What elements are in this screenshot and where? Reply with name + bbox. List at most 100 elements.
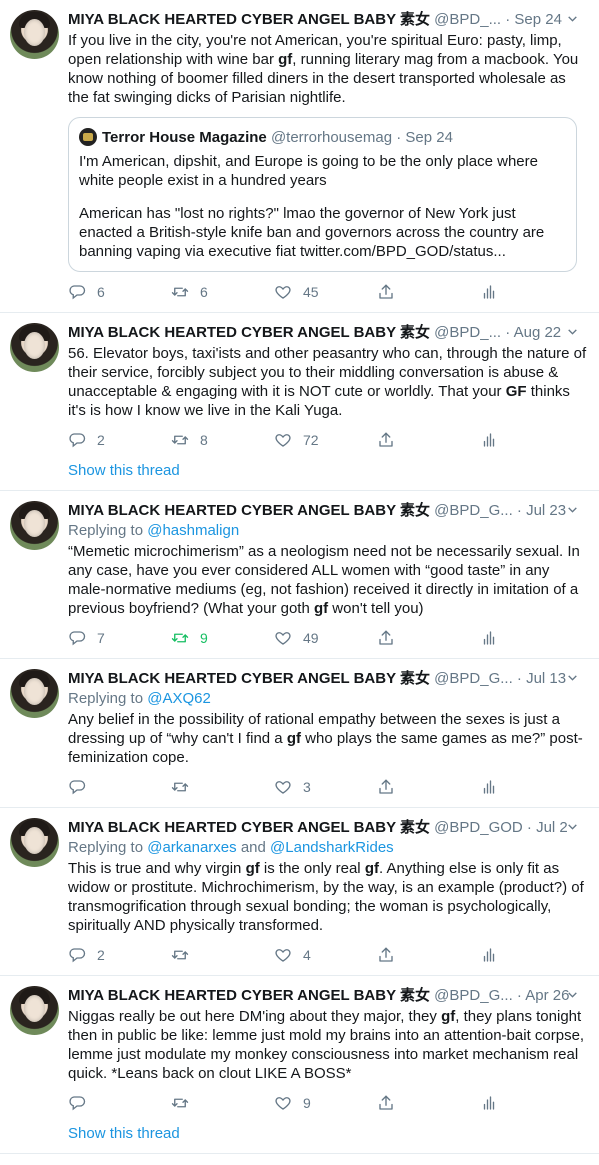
analytics-button[interactable]	[480, 431, 583, 449]
reply-button[interactable]: 2	[68, 946, 171, 964]
replying-to-label: Replying to	[68, 839, 144, 856]
reply-button[interactable]: 7	[68, 629, 171, 647]
tweet[interactable]: MIYA BLACK HEARTED CYBER ANGEL BABY 素女 @…	[0, 313, 599, 491]
reply-button[interactable]	[68, 1094, 171, 1112]
tweet-header: MIYA BLACK HEARTED CYBER ANGEL BABY 素女 @…	[68, 818, 587, 838]
like-button[interactable]: 3	[274, 778, 377, 796]
tweet-text: If you live in the city, you're not Amer…	[68, 31, 587, 107]
quoted-text: I'm American, dipshit, and Europe is goi…	[79, 153, 538, 189]
analytics-button[interactable]	[480, 629, 583, 647]
quoted-tweet[interactable]: Terror House Magazine @terrorhousemag · …	[68, 117, 577, 272]
like-button[interactable]: 4	[274, 946, 377, 964]
author-name[interactable]: MIYA BLACK HEARTED CYBER ANGEL BABY 素女	[68, 324, 430, 341]
chevron-down-icon[interactable]	[566, 986, 579, 1006]
author-handle[interactable]: @BPD_GOD	[434, 819, 523, 836]
avatar[interactable]	[10, 986, 59, 1035]
chevron-down-icon[interactable]	[566, 323, 579, 343]
text-segment: is the only real	[259, 860, 365, 877]
author-handle[interactable]: @BPD_G...	[434, 987, 513, 1004]
analytics-icon	[480, 283, 509, 301]
tweet-date[interactable]: Jul 13	[526, 670, 566, 687]
author-handle[interactable]: @BPD_...	[434, 324, 501, 341]
share-icon	[377, 1094, 406, 1112]
avatar[interactable]	[10, 669, 59, 718]
share-button[interactable]	[377, 946, 480, 964]
show-thread-link[interactable]: Show this thread	[68, 1123, 587, 1153]
like-button[interactable]: 72	[274, 431, 377, 449]
share-button[interactable]	[377, 1094, 480, 1112]
like-button[interactable]: 9	[274, 1094, 377, 1112]
reply-button[interactable]	[68, 778, 171, 796]
share-button[interactable]	[377, 283, 480, 301]
like-button[interactable]: 49	[274, 629, 377, 647]
mention-link[interactable]: @hashmalign	[147, 522, 239, 539]
chevron-down-icon[interactable]	[566, 669, 579, 689]
reply-icon	[68, 1094, 97, 1112]
avatar[interactable]	[10, 323, 59, 372]
tweet[interactable]: MIYA BLACK HEARTED CYBER ANGEL BABY 素女 @…	[0, 659, 599, 808]
tweet-header: MIYA BLACK HEARTED CYBER ANGEL BABY 素女 @…	[68, 323, 587, 343]
tweet-date[interactable]: Sep 24	[514, 11, 562, 28]
tweet[interactable]: MIYA BLACK HEARTED CYBER ANGEL BABY 素女 @…	[0, 491, 599, 659]
retweet-button[interactable]	[171, 946, 274, 964]
author-handle[interactable]: @BPD_G...	[434, 670, 513, 687]
retweet-button[interactable]: 6	[171, 283, 274, 301]
tweet-header: MIYA BLACK HEARTED CYBER ANGEL BABY 素女 @…	[68, 669, 587, 689]
share-icon	[377, 283, 406, 301]
tweet-date[interactable]: Jul 2	[536, 819, 568, 836]
tweet[interactable]: MIYA BLACK HEARTED CYBER ANGEL BABY 素女 @…	[0, 976, 599, 1154]
like-button-count: 3	[303, 779, 311, 795]
like-button[interactable]: 45	[274, 283, 377, 301]
tweet-date[interactable]: Jul 23	[526, 502, 566, 519]
analytics-button[interactable]	[480, 283, 583, 301]
share-icon	[377, 946, 406, 964]
tweet[interactable]: MIYA BLACK HEARTED CYBER ANGEL BABY 素女 @…	[0, 808, 599, 976]
tweet-date[interactable]: Apr 26	[525, 987, 569, 1004]
share-button[interactable]	[377, 629, 480, 647]
share-icon	[377, 629, 406, 647]
mention-link[interactable]: @LandsharkRides	[270, 839, 394, 856]
tweet-actions: 7 9 49	[68, 618, 587, 658]
reply-button[interactable]: 2	[68, 431, 171, 449]
reply-button[interactable]: 6	[68, 283, 171, 301]
mention-link[interactable]: @arkanarxes	[147, 839, 236, 856]
chevron-down-icon[interactable]	[566, 10, 579, 30]
retweet-button[interactable]: 9	[171, 629, 274, 647]
retweet-button[interactable]	[171, 778, 274, 796]
analytics-button[interactable]	[480, 1094, 583, 1112]
avatar[interactable]	[10, 501, 59, 550]
share-button[interactable]	[377, 778, 480, 796]
chevron-down-icon[interactable]	[566, 818, 579, 838]
share-icon	[377, 431, 406, 449]
share-icon	[377, 778, 406, 796]
analytics-button[interactable]	[480, 946, 583, 964]
analytics-icon	[480, 1094, 509, 1112]
conjunction: and	[240, 839, 266, 856]
retweet-icon	[171, 283, 200, 301]
share-button[interactable]	[377, 431, 480, 449]
author-name[interactable]: MIYA BLACK HEARTED CYBER ANGEL BABY 素女	[68, 11, 430, 28]
avatar[interactable]	[10, 10, 59, 59]
retweet-button[interactable]	[171, 1094, 274, 1112]
avatar[interactable]	[10, 818, 59, 867]
separator-dot: ·	[505, 324, 511, 341]
author-name[interactable]: MIYA BLACK HEARTED CYBER ANGEL BABY 素女	[68, 502, 430, 519]
mention-link[interactable]: @AXQ62	[147, 690, 211, 707]
tweet-date[interactable]: Aug 22	[514, 324, 562, 341]
author-handle[interactable]: @BPD_...	[434, 11, 501, 28]
like-icon	[274, 946, 303, 964]
analytics-icon	[480, 946, 509, 964]
tweet[interactable]: MIYA BLACK HEARTED CYBER ANGEL BABY 素女 @…	[0, 0, 599, 313]
highlighted-term: GF	[505, 383, 527, 400]
reply-button-count: 7	[97, 630, 105, 646]
author-name[interactable]: MIYA BLACK HEARTED CYBER ANGEL BABY 素女	[68, 819, 430, 836]
author-handle[interactable]: @BPD_G...	[434, 502, 513, 519]
reply-icon	[68, 283, 97, 301]
show-thread-link[interactable]: Show this thread	[68, 460, 587, 490]
author-name[interactable]: MIYA BLACK HEARTED CYBER ANGEL BABY 素女	[68, 987, 430, 1004]
retweet-button[interactable]: 8	[171, 431, 274, 449]
quoted-text: American has "lost no rights?" lmao the …	[79, 205, 545, 260]
analytics-button[interactable]	[480, 778, 583, 796]
chevron-down-icon[interactable]	[566, 501, 579, 521]
author-name[interactable]: MIYA BLACK HEARTED CYBER ANGEL BABY 素女	[68, 670, 430, 687]
